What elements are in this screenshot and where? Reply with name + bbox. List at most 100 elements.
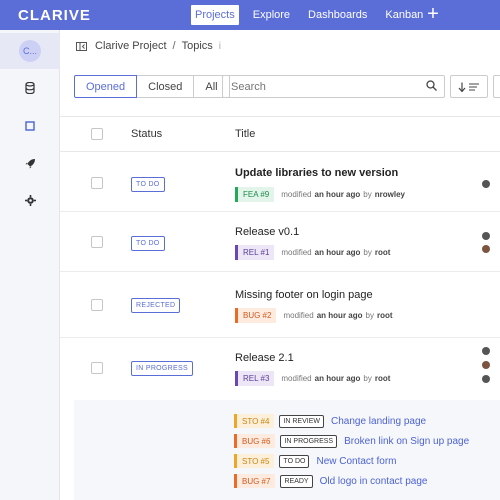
filter-closed-button[interactable]: Closed xyxy=(137,75,195,98)
topic-tag[interactable]: REL #1 xyxy=(235,245,275,260)
child-title-link[interactable]: New Contact form xyxy=(316,456,396,467)
breadcrumb-separator: / xyxy=(172,40,176,52)
modified-label: modified xyxy=(283,311,314,320)
rocket-icon xyxy=(25,158,35,168)
filter-opened-button[interactable]: Opened xyxy=(74,75,138,98)
square-icon xyxy=(25,121,35,131)
topic-tag[interactable]: BUG #2 xyxy=(235,308,277,323)
child-status-badge: READY xyxy=(280,474,313,488)
by-label: by xyxy=(363,248,372,257)
topic-title[interactable]: Missing footer on login page xyxy=(235,289,373,301)
nav-dashboards[interactable]: Dashboards xyxy=(304,5,371,25)
avatar xyxy=(482,180,490,188)
status-badge: TO DO xyxy=(131,236,165,251)
child-topic-row[interactable]: BUG #7 READY Old logo in contact page xyxy=(234,473,427,489)
breadcrumb: Clarive Project / Topics i xyxy=(76,37,221,55)
project-avatar: C... xyxy=(19,40,41,62)
topic-meta: REL #3 modified an hour ago by root xyxy=(235,371,393,386)
child-status-badge: TO DO xyxy=(279,454,310,468)
modified-time: an hour ago xyxy=(314,374,361,383)
sidebar-item-topics[interactable] xyxy=(0,108,60,144)
topic-meta: FEA #9 modified an hour ago by nrowley xyxy=(235,187,408,202)
table-row[interactable]: TO DO Release v0.1 REL #1 modified an ho… xyxy=(60,212,500,272)
child-tag[interactable]: STO #5 xyxy=(234,454,275,468)
modified-user: root xyxy=(374,248,391,257)
collapse-sidebar-icon[interactable] xyxy=(76,41,87,51)
nav-projects[interactable]: Projects xyxy=(191,5,239,25)
child-title-link[interactable]: Change landing page xyxy=(331,416,426,427)
sidebar-item-project[interactable]: C... xyxy=(0,33,60,69)
child-status-badge: IN PROGRESS xyxy=(280,434,338,448)
gear-icon xyxy=(24,194,36,206)
child-title-link[interactable]: Broken link on Sign up page xyxy=(344,436,469,447)
topic-meta: BUG #2 modified an hour ago by root xyxy=(235,308,396,323)
avatar xyxy=(482,361,490,369)
top-bar: CLARIVE Projects Explore Dashboards Kanb… xyxy=(0,0,500,30)
app-logo[interactable]: CLARIVE xyxy=(18,7,91,24)
modified-label: modified xyxy=(281,374,312,383)
status-filter: Opened Closed All xyxy=(74,75,230,98)
child-tag[interactable]: STO #4 xyxy=(234,414,275,428)
child-tag[interactable]: BUG #6 xyxy=(234,434,276,448)
modified-time: an hour ago xyxy=(314,190,361,199)
top-nav: Projects Explore Dashboards Kanban xyxy=(191,0,437,30)
table-row[interactable]: REJECTED Missing footer on login page BU… xyxy=(60,272,500,338)
status-column-header[interactable]: Status xyxy=(131,128,162,140)
avatar xyxy=(482,347,490,355)
child-topic-row[interactable]: BUG #6 IN PROGRESS Broken link on Sign u… xyxy=(234,433,469,449)
row-checkbox[interactable] xyxy=(91,236,103,248)
row-checkbox[interactable] xyxy=(91,299,103,311)
avatar xyxy=(482,232,490,240)
search-box xyxy=(222,75,445,98)
row-checkbox[interactable] xyxy=(91,177,103,189)
modified-label: modified xyxy=(281,248,312,257)
child-topic-row[interactable]: STO #4 IN REVIEW Change landing page xyxy=(234,413,426,429)
child-status-badge: IN REVIEW xyxy=(279,414,324,428)
modified-time: an hour ago xyxy=(314,248,361,257)
topic-title[interactable]: Release v0.1 xyxy=(235,226,299,238)
child-title-link[interactable]: Old logo in contact page xyxy=(320,476,428,487)
add-button[interactable]: + xyxy=(424,4,442,24)
breadcrumb-page: Topics xyxy=(181,40,213,52)
modified-user: root xyxy=(376,311,393,320)
table-header: Status Title xyxy=(60,116,500,152)
topic-tag[interactable]: FEA #9 xyxy=(235,187,275,202)
nav-explore[interactable]: Explore xyxy=(249,5,294,25)
by-label: by xyxy=(363,190,372,199)
child-topics-panel: STO #4 IN REVIEW Change landing page BUG… xyxy=(74,400,500,500)
table-row[interactable]: TO DO Update libraries to new version FE… xyxy=(60,152,500,212)
status-badge: IN PROGRESS xyxy=(131,361,193,376)
sidebar-item-settings[interactable] xyxy=(0,182,60,218)
modified-user: nrowley xyxy=(374,190,405,199)
avatar xyxy=(482,375,490,383)
breadcrumb-project[interactable]: Clarive Project xyxy=(95,40,167,52)
nav-kanban[interactable]: Kanban xyxy=(381,5,427,25)
status-badge: REJECTED xyxy=(131,298,181,313)
row-checkbox[interactable] xyxy=(91,362,103,374)
topic-title[interactable]: Release 2.1 xyxy=(235,352,294,364)
status-badge: TO DO xyxy=(131,177,165,192)
select-all-checkbox[interactable] xyxy=(91,128,103,140)
by-label: by xyxy=(363,374,372,383)
sort-button[interactable] xyxy=(450,75,488,98)
child-topic-row[interactable]: STO #5 TO DO New Contact form xyxy=(234,453,397,469)
search-icon[interactable] xyxy=(426,80,437,94)
sidebar-item-database[interactable] xyxy=(0,70,60,106)
search-input[interactable] xyxy=(231,80,421,93)
topic-title[interactable]: Update libraries to new version xyxy=(235,167,398,179)
more-options-button[interactable] xyxy=(493,75,500,98)
database-icon xyxy=(25,82,35,94)
by-label: by xyxy=(365,311,374,320)
modified-label: modified xyxy=(281,190,312,199)
child-tag[interactable]: BUG #7 xyxy=(234,474,276,488)
sidebar-item-releases[interactable] xyxy=(0,145,60,181)
modified-time: an hour ago xyxy=(316,311,363,320)
info-icon[interactable]: i xyxy=(219,41,221,52)
sidebar: C... xyxy=(0,30,60,500)
table-row[interactable]: IN PROGRESS Release 2.1 REL #3 modified … xyxy=(60,338,500,400)
topic-tag[interactable]: REL #3 xyxy=(235,371,275,386)
topic-meta: REL #1 modified an hour ago by root xyxy=(235,245,393,260)
avatar xyxy=(482,245,490,253)
modified-user: root xyxy=(374,374,391,383)
title-column-header[interactable]: Title xyxy=(235,128,255,140)
